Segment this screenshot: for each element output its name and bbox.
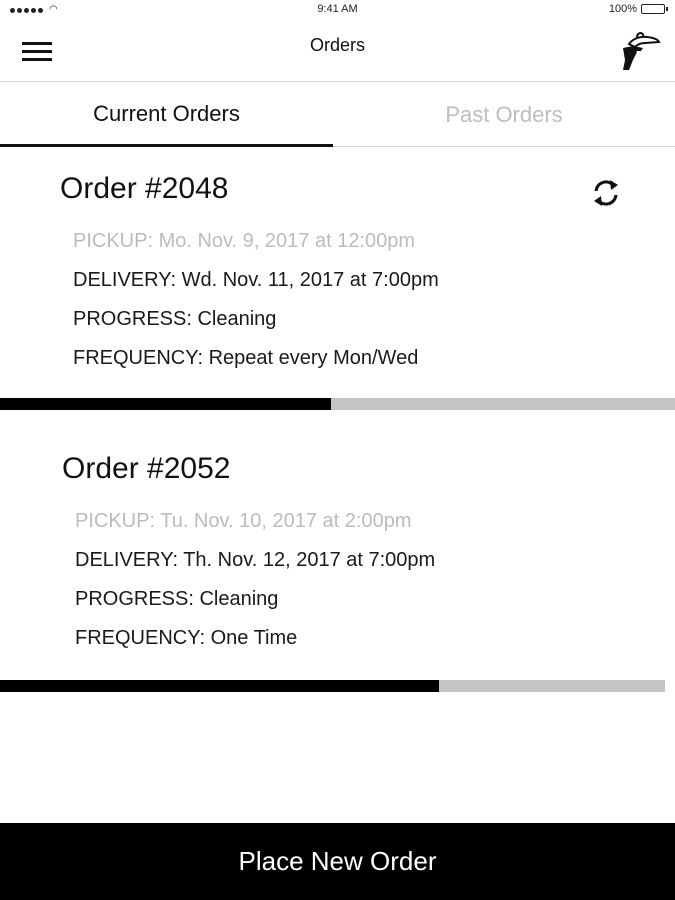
- order-frequency: FREQUENCY: One Time: [75, 627, 298, 649]
- order-title: Order #2052: [62, 452, 231, 485]
- order-frequency: FREQUENCY: Repeat every Mon/Wed: [73, 347, 419, 369]
- battery-percent: 100%: [608, 3, 637, 15]
- nav-bar: Orders: [0, 22, 675, 82]
- order-progress-fill: [0, 680, 439, 692]
- battery-icon: [641, 4, 668, 14]
- order-progress-status: PROGRESS: Cleaning: [73, 308, 277, 330]
- order-title: Order #2048: [60, 172, 229, 205]
- tab-current-orders[interactable]: Current Orders: [0, 83, 333, 147]
- order-progress-bar: [0, 398, 675, 410]
- status-bar: ◠ 9:41 AM 100%: [0, 0, 675, 22]
- order-progress-fill: [0, 398, 331, 410]
- tab-past-orders[interactable]: Past Orders: [333, 83, 675, 147]
- page-title: Orders: [309, 35, 365, 55]
- order-delivery: DELIVERY: Th. Nov. 12, 2017 at 7:00pm: [75, 549, 436, 571]
- place-new-order-button[interactable]: Place New Order: [0, 823, 675, 900]
- hand-holding-hanger-icon: [623, 31, 661, 70]
- order-progress-status: PROGRESS: Cleaning: [75, 588, 279, 610]
- order-card[interactable]: Order #2052 PICKUP: Tu. Nov. 10, 2017 at…: [0, 428, 675, 692]
- order-progress-bar: [0, 680, 665, 692]
- order-pickup: PICKUP: Tu. Nov. 10, 2017 at 2:00pm: [75, 510, 412, 532]
- order-delivery: DELIVERY: Wd. Nov. 11, 2017 at 7:00pm: [73, 269, 439, 291]
- order-pickup: PICKUP: Mo. Nov. 9, 2017 at 12:00pm: [73, 230, 416, 252]
- battery-indicator: 100%: [608, 3, 668, 15]
- refresh-icon[interactable]: [589, 176, 623, 210]
- order-card[interactable]: Order #2048 PICKUP: Mo. Nov. 9, 2017 at …: [0, 148, 675, 410]
- status-time: 9:41 AM: [317, 3, 358, 15]
- order-tabs: Current Orders Past Orders: [0, 83, 675, 147]
